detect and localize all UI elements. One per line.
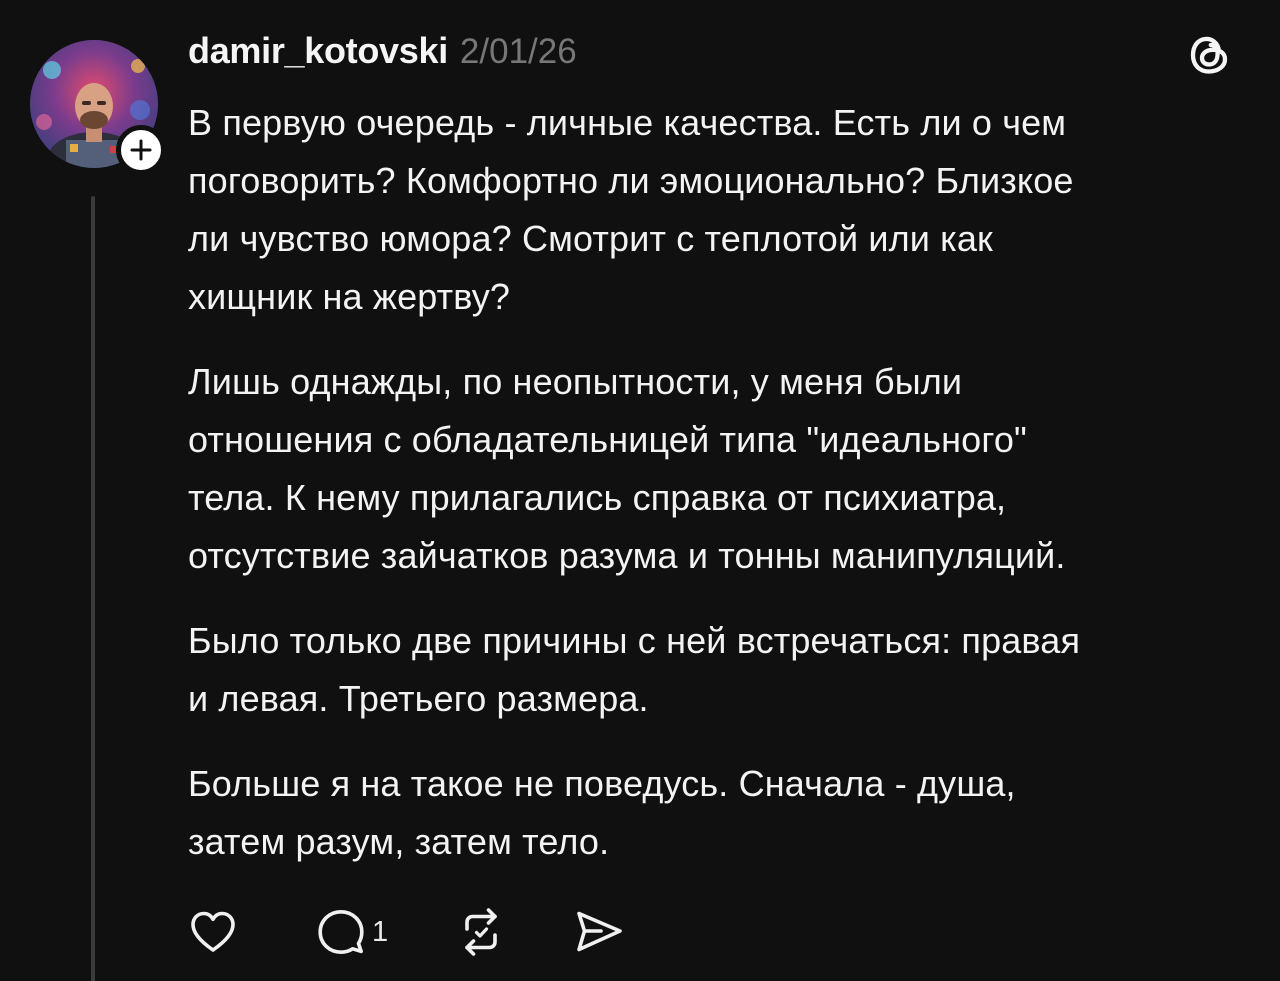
reply-count: 1: [372, 915, 389, 948]
send-icon: [577, 911, 622, 952]
plus-icon: [130, 139, 152, 161]
repost-button[interactable]: [454, 905, 508, 959]
timestamp: 2/01/26: [459, 32, 577, 71]
paragraph: Было только две причины с ней встречатьс…: [188, 612, 1258, 728]
like-button[interactable]: [186, 905, 240, 959]
thread-post: damir_kotovski 2/01/26 В первую очередь …: [0, 0, 1280, 981]
share-button[interactable]: [572, 905, 626, 959]
username[interactable]: damir_kotovski: [188, 30, 448, 72]
text-line: ли чувство юмора? Смотрит с теплотой или…: [188, 218, 993, 259]
text-line: Лишь однажды, по неопытности, у меня был…: [188, 361, 963, 402]
text-line: Больше я на такое не поведусь. Сначала -…: [188, 763, 1016, 804]
post-body: В первую очередь - личные качества. Есть…: [188, 94, 1258, 898]
text-line: В первую очередь - личные качества. Есть…: [188, 102, 1067, 143]
paragraph: Больше я на такое не поведусь. Сначала -…: [188, 755, 1258, 871]
text-line: отсутствие зайчатков разума и тонны мани…: [188, 535, 1066, 576]
post-actions: 1: [186, 904, 626, 960]
text-line: Было только две причины с ней встречатьс…: [188, 620, 1081, 661]
text-line: поговорить? Комфортно ли эмоционально? Б…: [188, 160, 1074, 201]
follow-plus-button[interactable]: [116, 125, 166, 175]
thread-line: [91, 196, 95, 981]
text-line: затем разум, затем тело.: [188, 821, 610, 862]
heart-icon: [191, 911, 235, 952]
text-line: хищник на жертву?: [188, 276, 511, 317]
paragraph: Лишь однажды, по неопытности, у меня был…: [188, 353, 1258, 585]
paragraph: В первую очередь - личные качества. Есть…: [188, 94, 1258, 326]
reply-button[interactable]: 1: [314, 905, 388, 959]
text-line: тела. К нему прилагались справка от псих…: [188, 477, 1007, 518]
threads-logo-icon[interactable]: [1185, 30, 1235, 80]
text-line: отношения с обладательницей типа "идеаль…: [188, 419, 1027, 460]
post-header: damir_kotovski 2/01/26: [188, 30, 577, 80]
comment-icon: [318, 910, 364, 954]
repost-icon: [465, 908, 497, 956]
text-line: и левая. Третьего размера.: [188, 678, 649, 719]
author-avatar-container: [30, 40, 166, 175]
